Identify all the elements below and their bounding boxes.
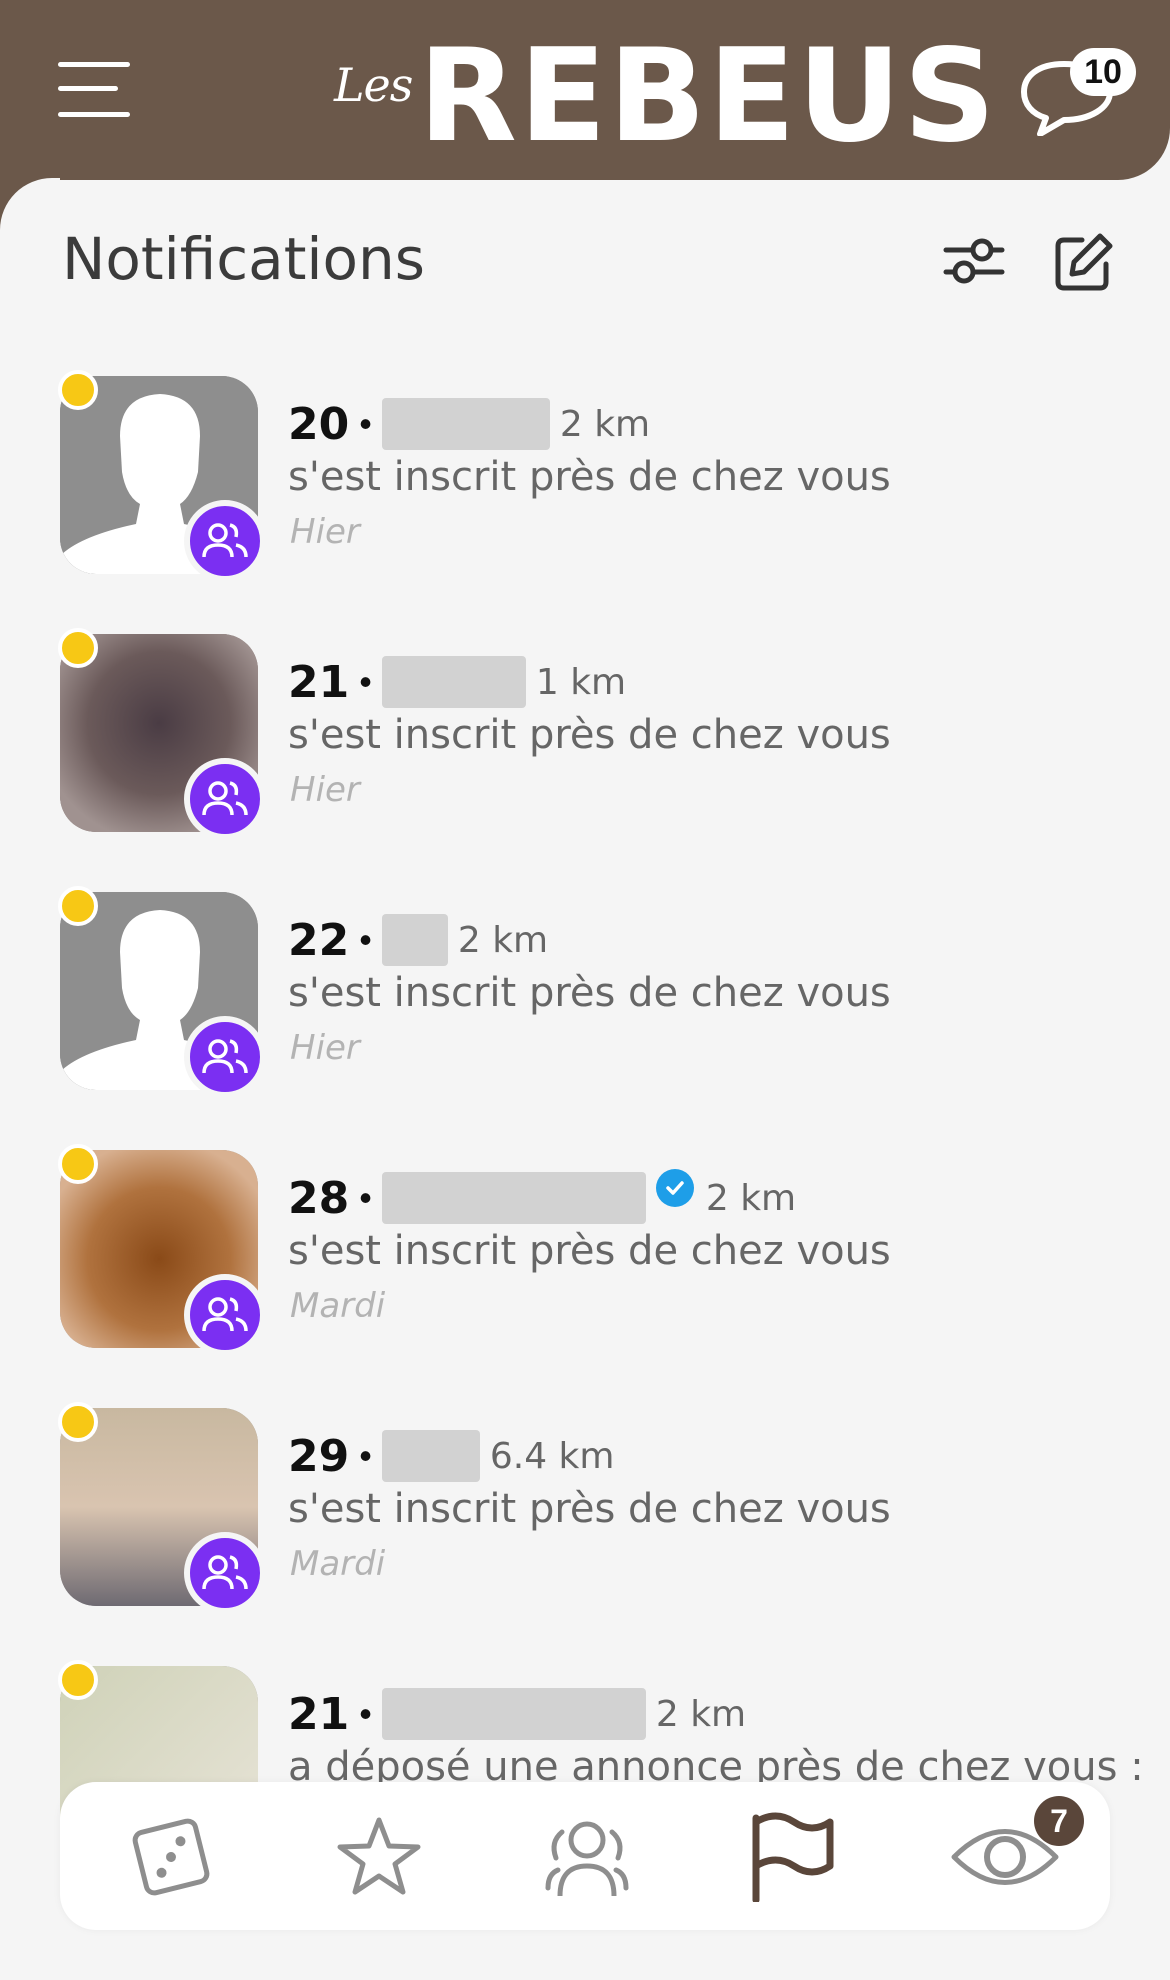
notification-time: Hier — [290, 1028, 360, 1068]
chat-badge: 10 — [1070, 48, 1136, 96]
separator-dot: • — [359, 919, 372, 960]
distance: 1 km — [535, 661, 627, 703]
online-status-dot — [58, 886, 98, 926]
flag-icon[interactable] — [746, 1812, 836, 1904]
notification-item[interactable]: 22 • 2 km s'est inscrit près de chez vou… — [0, 886, 1170, 1106]
people-icon[interactable] — [542, 1812, 632, 1902]
bottom-navigation — [60, 1782, 1110, 1930]
username-blurred — [381, 914, 448, 966]
distance: 2 km — [457, 919, 549, 961]
username-blurred — [381, 1172, 646, 1224]
notification-message: s'est inscrit près de chez vous — [288, 970, 891, 1016]
online-status-dot — [58, 1660, 98, 1700]
distance: 2 km — [559, 403, 651, 445]
filter-icon[interactable] — [942, 232, 1006, 288]
notification-item[interactable]: 28 • 2 km s'est inscrit près de chez vou… — [0, 1144, 1170, 1364]
separator-dot: • — [359, 1435, 372, 1476]
group-badge-icon — [184, 1532, 266, 1614]
menu-icon[interactable] — [58, 60, 130, 118]
username-blurred — [381, 1430, 480, 1482]
notification-message: s'est inscrit près de chez vous — [288, 454, 891, 500]
dice-icon[interactable] — [126, 1812, 216, 1902]
separator-dot: • — [359, 1177, 372, 1218]
logo-big-text: REBEUS — [418, 22, 998, 171]
distance: 2 km — [655, 1693, 747, 1735]
notification-time: Hier — [290, 512, 360, 552]
logo-small-text: Les — [334, 58, 413, 112]
username-blurred — [381, 1688, 646, 1740]
verified-icon — [655, 1169, 694, 1207]
online-status-dot — [58, 628, 98, 668]
username-blurred — [381, 398, 550, 450]
separator-dot: • — [359, 403, 372, 444]
user-age: 29 — [288, 1430, 350, 1482]
online-status-dot — [58, 1144, 98, 1184]
notification-time: Mardi — [290, 1286, 386, 1326]
star-icon[interactable] — [334, 1812, 424, 1902]
distance: 6.4 km — [489, 1435, 615, 1477]
group-badge-icon — [184, 758, 266, 840]
group-badge-icon — [184, 1274, 266, 1356]
edit-icon[interactable] — [1052, 230, 1116, 294]
page-title: Notifications — [62, 225, 426, 293]
user-age: 21 — [288, 656, 350, 708]
username-blurred — [381, 656, 526, 708]
app-logo: Les REBEUS — [334, 22, 998, 171]
eye-badge: 7 — [1034, 1796, 1084, 1846]
user-age: 22 — [288, 914, 350, 966]
user-age: 20 — [288, 398, 350, 450]
notification-item[interactable]: 29 • 6.4 km s'est inscrit près de chez v… — [0, 1402, 1170, 1622]
separator-dot: • — [359, 661, 372, 702]
online-status-dot — [58, 1402, 98, 1442]
group-badge-icon — [184, 500, 266, 582]
group-badge-icon — [184, 1016, 266, 1098]
notification-time: Hier — [290, 770, 360, 810]
user-age: 21 — [288, 1688, 350, 1740]
notification-time: Mardi — [290, 1544, 386, 1584]
notification-item[interactable]: 20 • 2 km s'est inscrit près de chez vou… — [0, 370, 1170, 590]
app-header: Les REBEUS 10 — [0, 0, 1170, 180]
notification-message: s'est inscrit près de chez vous — [288, 1228, 891, 1274]
separator-dot: • — [359, 1693, 372, 1734]
distance: 2 km — [705, 1177, 797, 1219]
online-status-dot — [58, 370, 98, 410]
notification-item[interactable]: 21 • 1 km s'est inscrit près de chez vou… — [0, 628, 1170, 848]
user-age: 28 — [288, 1172, 350, 1224]
notification-message: s'est inscrit près de chez vous — [288, 712, 891, 758]
notification-message: s'est inscrit près de chez vous — [288, 1486, 891, 1532]
